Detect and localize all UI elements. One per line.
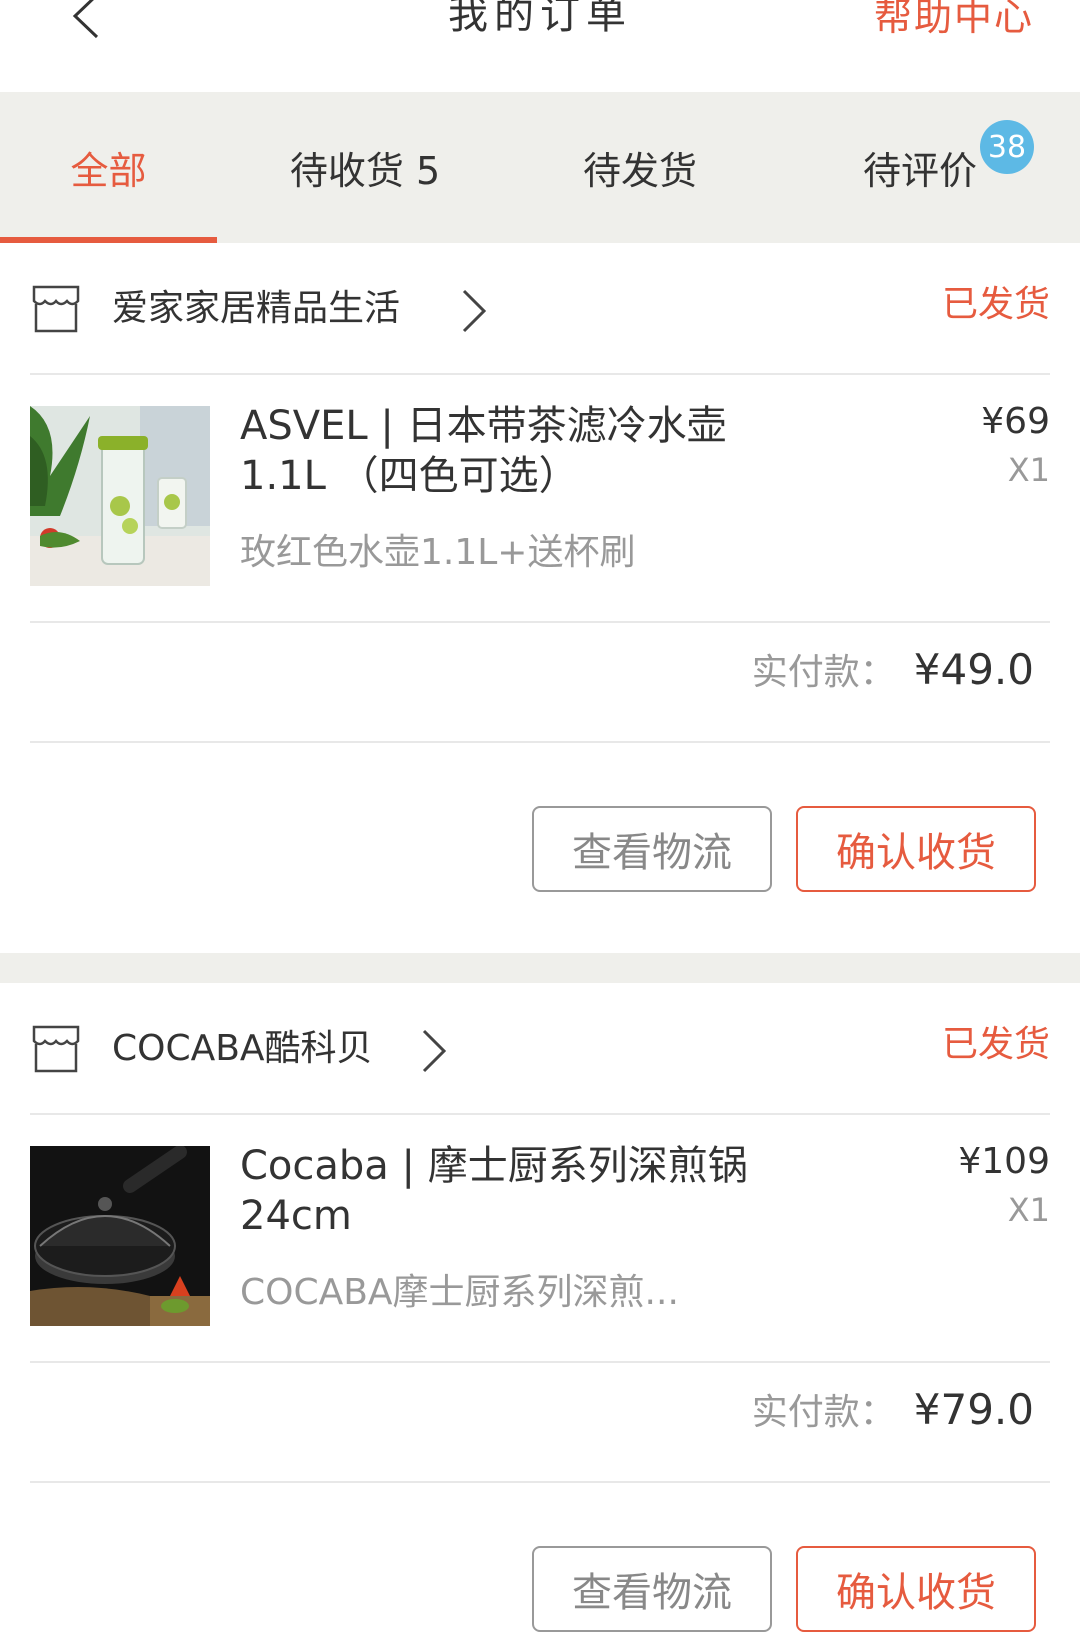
divider xyxy=(30,373,1050,375)
water-pitcher-image xyxy=(30,406,210,586)
tab-label: 待发货 xyxy=(582,149,697,193)
confirm-receipt-button[interactable]: 确认收货 xyxy=(796,1546,1036,1632)
paid-amount: ¥79.0 xyxy=(913,1385,1034,1434)
divider xyxy=(30,741,1050,743)
divider xyxy=(30,621,1050,623)
store-icon xyxy=(32,285,80,333)
product-variant: COCABA摩士厨系列深煎... xyxy=(240,1272,679,1313)
order-tabs: 全部 待收货 5 待发货 待评价 38 xyxy=(0,92,1080,243)
paid-amount-row: 实付款： ¥79.0 xyxy=(752,1383,1034,1443)
paid-amount: ¥49.0 xyxy=(913,645,1034,694)
product-quantity: X1 xyxy=(1007,1191,1050,1229)
shop-row[interactable]: COCABA酷科贝 已发货 xyxy=(0,983,1080,1113)
tab-label: 待收货 5 xyxy=(289,149,441,193)
tab-label: 待评价 xyxy=(862,149,977,193)
section-gap xyxy=(0,953,1080,983)
order-status: 已发货 xyxy=(941,1024,1050,1065)
view-logistics-button[interactable]: 查看物流 xyxy=(532,806,772,892)
shop-name: COCABA酷科贝 xyxy=(112,1028,373,1069)
tab-all[interactable]: 全部 xyxy=(0,92,217,243)
order-status: 已发货 xyxy=(941,284,1050,325)
divider xyxy=(30,1113,1050,1115)
paid-label: 实付款： xyxy=(751,1392,896,1433)
help-center-link[interactable]: 帮助中心 xyxy=(874,0,1034,41)
product-name[interactable]: Cocaba | 摩士厨系列深煎锅 24cm xyxy=(240,1141,800,1241)
product-quantity: X1 xyxy=(1007,451,1050,489)
confirm-receipt-button[interactable]: 确认收货 xyxy=(796,806,1036,892)
shop-row[interactable]: 爱家家居精品生活 已发货 xyxy=(0,243,1080,373)
paid-label: 实付款： xyxy=(751,652,896,693)
header: 我的订单 帮助中心 xyxy=(0,0,1080,92)
chevron-right-icon xyxy=(462,289,487,333)
order-card: 爱家家居精品生活 已发货 ASVEL | 日本带茶滤冷水壶1.1L （四色可选）… xyxy=(0,243,1080,953)
shop-name: 爱家家居精品生活 xyxy=(112,288,401,329)
order-card: COCABA酷科贝 已发货 Cocaba | 摩士厨系列深煎锅 24cm COC… xyxy=(0,983,1080,1643)
tab-pending-shipment[interactable]: 待发货 xyxy=(530,92,750,243)
divider xyxy=(30,1361,1050,1363)
frying-pan-image xyxy=(30,1146,210,1326)
view-logistics-button[interactable]: 查看物流 xyxy=(532,1546,772,1632)
chevron-right-icon xyxy=(422,1029,447,1073)
product-variant: 玫红色水壶1.1L+送杯刷 xyxy=(240,532,636,573)
product-price: ¥69 xyxy=(981,401,1050,442)
tab-label: 全部 xyxy=(70,149,147,193)
tab-pending-receipt[interactable]: 待收货 5 xyxy=(250,92,480,243)
store-icon xyxy=(32,1025,80,1073)
product-thumbnail[interactable] xyxy=(30,406,210,586)
paid-amount-row: 实付款： ¥49.0 xyxy=(752,643,1034,703)
product-name[interactable]: ASVEL | 日本带茶滤冷水壶1.1L （四色可选） xyxy=(240,401,800,501)
product-thumbnail[interactable] xyxy=(30,1146,210,1326)
review-count-badge: 38 xyxy=(980,120,1034,174)
product-price: ¥109 xyxy=(958,1141,1050,1182)
divider xyxy=(30,1481,1050,1483)
